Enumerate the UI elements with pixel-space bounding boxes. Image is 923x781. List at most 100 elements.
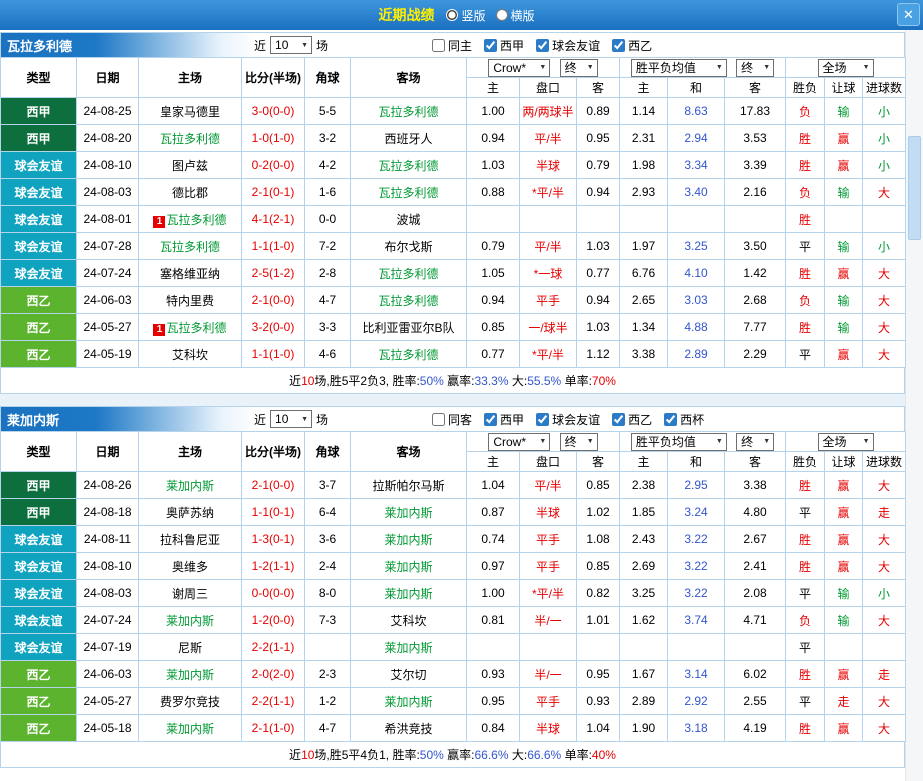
league-type-cell: 西乙 [0,660,77,688]
league-checkbox-liga[interactable]: 西甲 [484,37,524,54]
match-row: 球会友谊 24-07-28 瓦拉多利德 1-1(1-0) 7-2 布尔戈斯 0.79 平/半 1… [0,232,907,260]
league-checkbox-liga[interactable]: 西甲 [484,411,524,428]
summary-segment: 赢率: [443,374,475,388]
odds-time-dropdown[interactable]: 终 ▼ [559,58,598,77]
score-cell: 2-1(0-0) [241,471,305,499]
handicap-result-cell: 输 [824,286,864,314]
goals-result-cell: 大 [862,178,907,206]
avg-time-dropdown[interactable]: 终 ▼ [736,432,775,451]
handicap-line-cell: 半/一 [519,660,577,688]
corner-cell: 3-2 [304,124,351,152]
match-count-dropdown[interactable]: 10 ▼ [270,36,313,54]
odds-dropdown-cell: Crow* ▼ 终 ▼ [466,431,620,452]
close-button[interactable]: ✕ [897,3,920,26]
avg-type-dropdown[interactable]: 胜平负均值 ▼ [630,58,727,77]
league-checkbox-segunda-input[interactable] [612,412,626,426]
league-checkbox-friendly-input[interactable] [536,412,550,426]
league-checkbox-copa-input[interactable] [664,412,678,426]
away-team-name: 瓦拉多利德 [378,104,439,119]
home-team-cell: 1 瓦拉多利德 [138,205,242,233]
odds-home-cell: 0.85 [466,313,520,341]
goals-result-cell: 大 [862,286,907,314]
goals-result-cell: 小 [862,97,907,125]
league-checkbox-segunda[interactable]: 西乙 [612,411,652,428]
league-checkbox-copa[interactable]: 西杯 [664,411,704,428]
odds-home-cell [466,205,520,233]
recent-results-panel: 近期战绩 竖版 横版 ✕ 瓦拉多利德 近 10 ▼ 场 同主 西甲 球会友谊 西… [0,0,923,781]
scope-dropdown[interactable]: 全场 ▼ [817,58,874,77]
goals-result-cell: 大 [862,471,907,499]
avg-draw-cell: 2.89 [667,340,725,368]
score-cell: 1-1(1-0) [241,232,305,260]
home-team-cell: 皇家马德里 [138,97,242,125]
same-venue-checkbox[interactable]: 同客 [432,411,472,428]
avg-lose-cell: 17.83 [723,97,787,125]
col-header-odds-away: 客 [576,451,620,472]
scope-dropdown[interactable]: 全场 ▼ [817,432,874,451]
goals-result-cell: 大 [862,340,907,368]
league-checkbox-segunda-input[interactable] [612,38,626,52]
same-venue-checkbox-input[interactable] [432,38,446,52]
away-team-name: 瓦拉多利德 [378,347,439,362]
away-team-name: 莱加内斯 [384,559,433,574]
chevron-down-icon: ▼ [539,438,547,445]
score-cell: 0-2(0-0) [241,151,305,179]
away-team-cell: 莱加内斯 [350,579,467,607]
chevron-down-icon: ▼ [539,64,547,71]
odds-time-dropdown[interactable]: 终 ▼ [559,432,598,451]
home-team-name: 图卢兹 [171,158,208,173]
summary-row: 近 10 场,胜5平2负3, 胜率: 50% 赢率: 33.3% 大: 55.5% 单率:… [0,368,905,394]
league-checkbox-segunda[interactable]: 西乙 [612,37,652,54]
score-cell: 0-0(0-0) [241,579,305,607]
league-checkbox-friendly[interactable]: 球会友谊 [536,411,600,428]
league-checkbox-friendly[interactable]: 球会友谊 [536,37,600,54]
result-cell: 胜 [785,151,826,179]
home-team-name: 莱加内斯 [165,667,214,682]
league-checkbox-liga-input[interactable] [484,412,498,426]
odds-away-cell: 0.85 [576,471,620,499]
scrollbar-track[interactable] [905,30,923,781]
vertical-layout-radio[interactable]: 竖版 [446,7,486,24]
horizontal-layout-radio-input[interactable] [495,9,508,21]
same-venue-checkbox-input[interactable] [432,412,446,426]
handicap-line-cell: *平/半 [519,579,577,607]
league-checkbox-liga-input[interactable] [484,38,498,52]
col-header-away: 客场 [350,57,467,98]
handicap-line-cell: 半球 [519,151,577,179]
corner-cell: 2-3 [304,660,351,688]
score-cell: 2-2(1-1) [241,633,305,661]
horizontal-layout-radio[interactable]: 横版 [495,7,535,24]
scrollbar-thumb[interactable] [908,136,921,240]
score-cell: 1-1(1-0) [241,340,305,368]
match-count-dropdown[interactable]: 10 ▼ [270,410,313,428]
avg-lose-cell: 2.68 [723,286,787,314]
score-cell: 1-2(0-0) [241,606,305,634]
avg-time-dropdown[interactable]: 终 ▼ [736,58,775,77]
vertical-layout-radio-input[interactable] [446,9,459,21]
dropdown-header-row: 类型 日期 主场 比分(半场) 角球 客场 Crow* ▼ 终 ▼ 胜平负均值 ▼ 终… [0,431,907,472]
away-team-name: 布尔戈斯 [384,239,433,254]
chevron-down-icon: ▼ [715,64,723,71]
home-team-name: 尼斯 [177,640,202,655]
goals-result-cell: 大 [862,714,907,742]
same-venue-checkbox[interactable]: 同主 [432,37,472,54]
league-checkbox-friendly-input[interactable] [536,38,550,52]
odds-company-dropdown[interactable]: Crow* ▼ [488,432,551,451]
avg-draw-cell: 2.94 [667,124,725,152]
home-team-name: 德比郡 [171,185,208,200]
avg-lose-cell: 2.16 [723,178,787,206]
home-team-name: 艾科坎 [171,347,208,362]
league-label: 西乙 [628,38,653,53]
home-team-cell: 莱加内斯 [138,660,242,688]
avg-lose-cell: 1.42 [723,259,787,287]
avg-win-cell: 2.31 [619,124,668,152]
home-team-cell: 艾科坎 [138,340,242,368]
avg-type-dropdown[interactable]: 胜平负均值 ▼ [630,432,727,451]
goals-result-cell: 大 [862,525,907,553]
odds-company-dropdown[interactable]: Crow* ▼ [488,58,551,77]
red-card-badge: 1 [153,323,166,336]
chevron-down-icon: ▼ [763,64,771,71]
odds-away-cell: 1.01 [576,606,620,634]
away-team-cell: 莱加内斯 [350,525,467,553]
chevron-down-icon: ▼ [301,415,309,423]
